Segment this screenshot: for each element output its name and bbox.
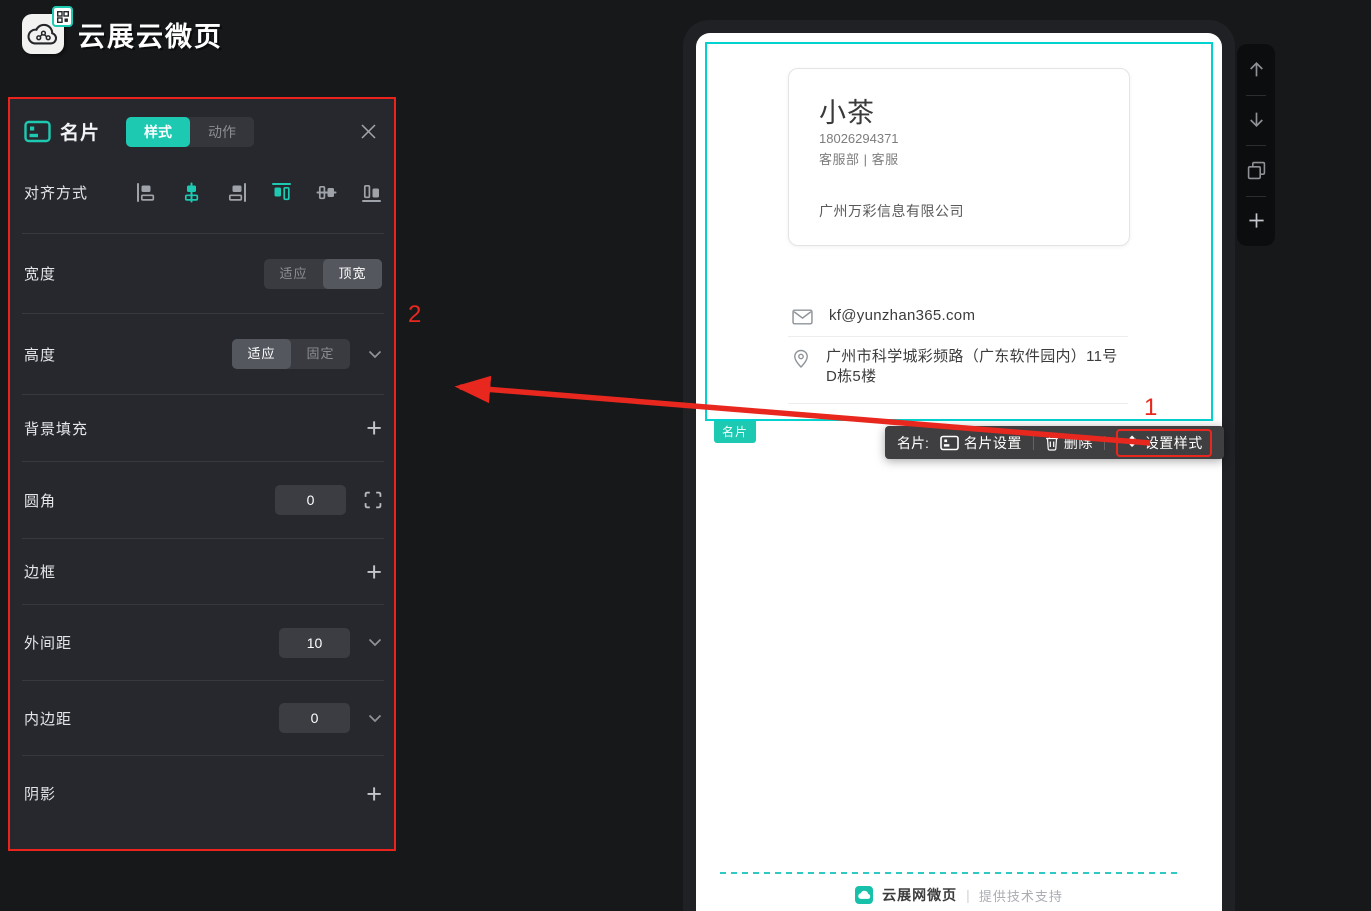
context-toolbar: 名片: 名片设置 删除 ❖ 设置样式 xyxy=(885,426,1224,459)
canvas-footer: 云展网微页 | 提供技术支持 xyxy=(696,885,1222,905)
footer-support-text: 提供技术支持 xyxy=(979,886,1063,905)
width-segmented-control: 适应 顶宽 xyxy=(264,259,382,289)
business-card-icon xyxy=(24,120,51,143)
row-label: 高度 xyxy=(24,344,56,365)
brand: 云展云微页 xyxy=(22,14,223,54)
row-inner-padding: 内边距 xyxy=(22,681,384,756)
tab-action[interactable]: 动作 xyxy=(190,117,254,147)
annotation-step-1: 1 xyxy=(1144,394,1157,422)
add-icon[interactable]: + xyxy=(366,416,382,440)
mail-icon xyxy=(792,309,813,325)
add-component-button[interactable] xyxy=(1237,196,1275,247)
style-settings-panel: 名片 样式 动作 对齐方式 xyxy=(8,97,396,851)
cloud-badge-icon xyxy=(855,886,873,904)
radius-input[interactable] xyxy=(275,485,346,515)
card-settings-button[interactable]: 名片设置 xyxy=(940,433,1022,453)
row-label: 宽度 xyxy=(24,263,56,284)
move-down-button[interactable] xyxy=(1237,95,1275,146)
chevron-down-icon[interactable] xyxy=(368,638,382,647)
email-row[interactable]: kf@yunzhan365.com xyxy=(792,306,1128,326)
height-segmented-control: 适应 固定 xyxy=(232,339,350,369)
address-text: 广州市科学城彩频路（广东软件园内）11号D栋5楼 xyxy=(826,347,1128,387)
footer-brand[interactable]: 云展网微页 xyxy=(882,885,957,905)
tab-style[interactable]: 样式 xyxy=(126,117,190,147)
row-label: 圆角 xyxy=(24,490,56,511)
set-style-button[interactable]: ❖ 设置样式 xyxy=(1116,429,1212,457)
arrow-up-icon xyxy=(1246,59,1267,80)
row-border: 边框 + xyxy=(22,539,384,605)
divider xyxy=(788,336,1128,337)
width-option-fit[interactable]: 适应 xyxy=(264,259,323,289)
close-icon[interactable] xyxy=(359,122,378,141)
divider xyxy=(1104,436,1105,450)
chevron-down-icon[interactable] xyxy=(368,714,382,723)
corner-link-icon[interactable] xyxy=(364,491,382,509)
delete-button[interactable]: 删除 xyxy=(1045,433,1093,453)
row-corner-radius: 圆角 xyxy=(22,462,384,539)
location-pin-icon xyxy=(792,349,810,369)
app-root: 云展云微页 名片 样式 动作 对齐方式 xyxy=(0,0,1371,911)
business-card-component[interactable]: 小茶 18026294371 客服部 | 客服 广州万彩信息有限公司 xyxy=(788,68,1130,246)
toolbar-prefix: 名片: xyxy=(897,433,929,453)
brand-title: 云展云微页 xyxy=(78,15,223,54)
divider xyxy=(1033,436,1034,450)
add-icon[interactable]: + xyxy=(366,560,382,584)
chevron-down-icon[interactable] xyxy=(368,350,382,359)
style-diamonds-icon: ❖ xyxy=(1125,435,1140,451)
email-text: kf@yunzhan365.com xyxy=(829,306,975,326)
component-action-toolbar xyxy=(1237,44,1275,246)
row-outer-margin: 外间距 xyxy=(22,605,384,681)
qr-badge-icon xyxy=(52,6,73,27)
row-width: 宽度 适应 顶宽 xyxy=(22,234,384,314)
height-option-fit[interactable]: 适应 xyxy=(232,339,291,369)
footer-dashed-divider xyxy=(720,872,1180,874)
canvas-frame: 小茶 18026294371 客服部 | 客服 广州万彩信息有限公司 kf@yu… xyxy=(683,20,1235,911)
row-label: 对齐方式 xyxy=(24,182,88,203)
move-up-button[interactable] xyxy=(1237,44,1275,95)
card-phone: 18026294371 xyxy=(819,131,899,146)
align-center-horizontal-icon[interactable] xyxy=(181,182,202,203)
row-label: 背景填充 xyxy=(24,418,88,439)
row-label: 阴影 xyxy=(24,783,56,804)
align-left-icon[interactable] xyxy=(136,182,157,203)
panel-title: 名片 xyxy=(60,118,100,145)
duplicate-button[interactable] xyxy=(1237,145,1275,196)
row-alignment: 对齐方式 xyxy=(22,151,384,234)
business-card-icon xyxy=(940,435,959,451)
row-height: 高度 适应 固定 xyxy=(22,314,384,395)
height-option-fixed[interactable]: 固定 xyxy=(291,339,350,369)
align-top-icon[interactable] xyxy=(271,182,292,203)
card-department: 客服部 | 客服 xyxy=(819,149,899,168)
card-company: 广州万彩信息有限公司 xyxy=(819,201,964,221)
padding-input[interactable] xyxy=(279,703,350,733)
duplicate-icon xyxy=(1247,161,1266,180)
arrow-down-icon xyxy=(1246,109,1267,130)
panel-header: 名片 样式 动作 xyxy=(10,99,394,151)
trash-icon xyxy=(1045,435,1059,451)
row-label: 边框 xyxy=(24,561,56,582)
plus-icon xyxy=(1247,211,1266,230)
row-background-fill: 背景填充 + xyxy=(22,395,384,462)
margin-input[interactable] xyxy=(279,628,350,658)
align-middle-vertical-icon[interactable] xyxy=(316,182,337,203)
page-canvas[interactable]: 小茶 18026294371 客服部 | 客服 广州万彩信息有限公司 kf@yu… xyxy=(696,33,1222,911)
footer-separator: | xyxy=(966,887,970,903)
row-shadow: 阴影 + xyxy=(22,756,384,831)
align-bottom-icon[interactable] xyxy=(361,182,382,203)
add-icon[interactable]: + xyxy=(366,782,382,806)
align-right-icon[interactable] xyxy=(226,182,247,203)
width-option-full[interactable]: 顶宽 xyxy=(323,259,382,289)
card-name: 小茶 xyxy=(819,91,875,130)
row-label: 内边距 xyxy=(24,708,72,729)
divider xyxy=(788,403,1128,404)
row-label: 外间距 xyxy=(24,632,72,653)
panel-tabs: 样式 动作 xyxy=(126,117,254,147)
annotation-step-2: 2 xyxy=(408,301,421,329)
address-row[interactable]: 广州市科学城彩频路（广东软件园内）11号D栋5楼 xyxy=(792,347,1128,387)
component-tag: 名片 xyxy=(714,421,756,443)
